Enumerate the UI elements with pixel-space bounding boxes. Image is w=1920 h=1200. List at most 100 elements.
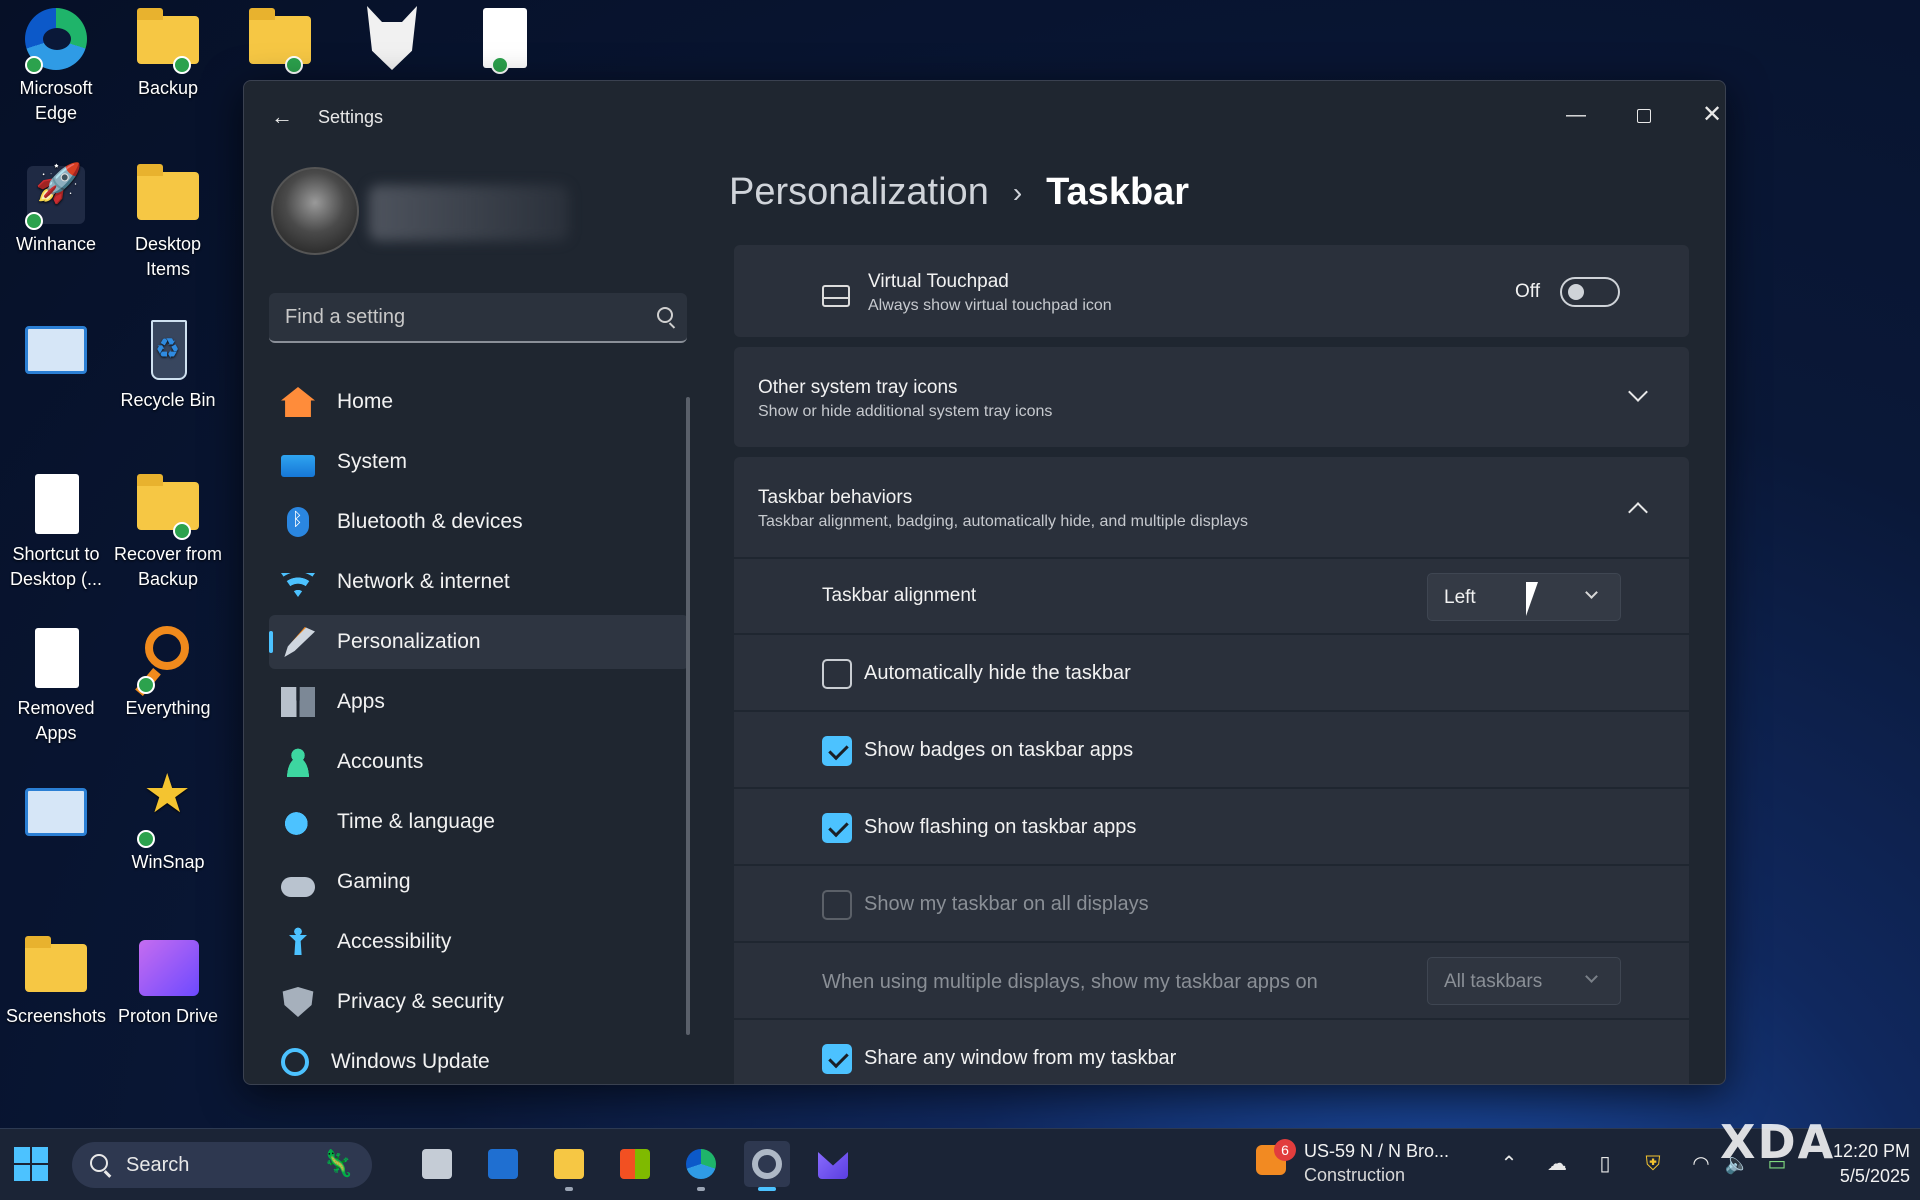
back-arrow-icon[interactable]: ← [266, 103, 298, 131]
search-highlight-icon: 🦎 [321, 1148, 354, 1178]
sidebar-item-gaming[interactable]: Gaming [269, 855, 689, 909]
weather-traffic-widget[interactable]: 6 US-59 N / N Bro... Construction [1256, 1139, 1476, 1191]
sidebar-item-accounts[interactable]: Accounts [269, 735, 689, 789]
sidebar-item-network[interactable]: Network & internet [269, 555, 689, 609]
desktop-icon-proton-drive[interactable]: Proton Drive [112, 932, 224, 1029]
desktop-icon-label: Removed Apps [17, 698, 95, 743]
taskbar-alignment-dropdown[interactable]: Left [1427, 573, 1621, 621]
maximize-icon[interactable] [1618, 95, 1670, 135]
sidebar-item-label: Personalization [337, 630, 481, 653]
multi-display-dropdown[interactable]: All taskbars [1427, 957, 1621, 1005]
title-bar[interactable]: ← Settings — ✕ [244, 81, 1725, 153]
edge-icon[interactable] [678, 1141, 724, 1191]
folder-icon [133, 4, 203, 74]
desktop-icon-label: Shortcut to Desktop (... [9, 544, 103, 589]
desktop-icon-label: Winhance [15, 234, 97, 254]
sidebar-item-label: Apps [337, 690, 385, 713]
sidebar-item-bluetooth[interactable]: Bluetooth & devices [269, 495, 689, 549]
desktop-icon-recycle-bin[interactable]: Recycle Bin [112, 316, 224, 413]
breadcrumb: Personalization › Taskbar [729, 171, 1189, 214]
desktop-icon-screenshots[interactable]: Screenshots [0, 932, 112, 1029]
sidebar-item-time-language[interactable]: Time & language [269, 795, 689, 849]
row-subtitle: Taskbar alignment, badging, automaticall… [758, 513, 1249, 530]
desktop-icon-control-panel-2[interactable] [0, 778, 112, 850]
rocket-icon [21, 160, 91, 230]
desktop-icon-label: Recover from Backup [113, 544, 223, 589]
sidebar-item-personalization[interactable]: Personalization [269, 615, 689, 669]
search-icon[interactable] [657, 307, 673, 323]
desktop-icon-removed-apps[interactable]: Removed Apps [0, 624, 112, 746]
wifi-icon[interactable]: ◠ [1688, 1151, 1714, 1177]
settings-icon[interactable] [744, 1141, 790, 1191]
close-icon[interactable]: ✕ [1686, 95, 1725, 135]
sidebar-item-label: Windows Update [331, 1050, 490, 1073]
desktop-icon-fox[interactable] [336, 4, 448, 76]
multi-display-row: When using multiple displays, show my ta… [734, 941, 1689, 1018]
sidebar-item-home[interactable]: Home [269, 375, 689, 429]
show-flashing-checkbox[interactable] [822, 813, 852, 843]
sidebar-item-apps[interactable]: Apps [269, 675, 689, 729]
chevron-right-icon: › [1012, 176, 1023, 208]
desktop-icon-shortcut-to-desktop[interactable]: Shortcut to Desktop (... [0, 470, 112, 592]
desktop-icon-microsoft-edge[interactable]: Microsoft Edge [0, 4, 112, 126]
usb-icon[interactable]: ▯ [1592, 1151, 1618, 1177]
file-explorer-icon[interactable] [546, 1141, 592, 1191]
share-window-checkbox[interactable] [822, 1044, 852, 1074]
sidebar-item-label: System [337, 450, 408, 473]
chevron-down-icon [1585, 970, 1598, 983]
onedrive-icon[interactable]: ☁ [1544, 1151, 1570, 1177]
other-tray-icons-expander[interactable]: Other system tray icons Show or hide add… [734, 347, 1689, 447]
defender-icon[interactable]: ⛨ [1640, 1151, 1666, 1177]
show-badges-row: Show badges on taskbar apps [734, 710, 1689, 787]
desktop-icon-everything[interactable]: Everything [112, 624, 224, 721]
sidebar-item-label: Privacy & security [337, 990, 504, 1013]
sidebar-item-privacy-security[interactable]: Privacy & security [269, 975, 689, 1029]
chevron-up-icon[interactable] [1628, 502, 1648, 522]
proton-mail-icon[interactable] [810, 1141, 856, 1187]
taskbar-search-label: Search [126, 1154, 190, 1176]
sidebar-scrollbar[interactable] [686, 397, 690, 1035]
show-badges-checkbox[interactable] [822, 736, 852, 766]
minimize-icon[interactable]: — [1550, 95, 1602, 135]
task-view-icon[interactable] [414, 1141, 460, 1187]
desktop-icon-recover-from-backup[interactable]: Recover from Backup [112, 470, 224, 592]
virtual-touchpad-toggle[interactable] [1560, 277, 1620, 307]
find-setting-search[interactable] [269, 293, 687, 343]
page-title: Taskbar [1046, 171, 1190, 213]
wifi-icon [281, 573, 315, 597]
chevron-down-icon[interactable] [1628, 382, 1648, 402]
desktop-icon-winsnap[interactable]: WinSnap [112, 778, 224, 875]
sidebar-item-label: Network & internet [337, 570, 510, 593]
search-input[interactable] [269, 293, 687, 341]
desktop-icon-label: Screenshots [5, 1006, 107, 1026]
taskbar-search[interactable]: Search 🦎 [72, 1142, 372, 1188]
fox-app-icon [357, 4, 427, 74]
desktop-icon-label: Microsoft Edge [19, 78, 93, 123]
auto-hide-checkbox[interactable] [822, 659, 852, 689]
desktop-icon-winhance[interactable]: Winhance [0, 160, 112, 257]
chevron-up-icon[interactable]: ⌃ [1496, 1151, 1522, 1177]
desktop-icon-folder-top[interactable] [224, 4, 336, 76]
desktop-icon-label: Recycle Bin [120, 390, 216, 410]
all-displays-checkbox[interactable] [822, 890, 852, 920]
taskbar-behaviors-expander[interactable]: Taskbar behaviors Taskbar alignment, bad… [734, 457, 1689, 557]
desktop-icon-file-top[interactable] [448, 4, 560, 76]
desktop-icon-backup[interactable]: Backup [112, 4, 224, 101]
row-title: Taskbar alignment [822, 585, 977, 606]
accounts-icon [281, 747, 315, 777]
start-button[interactable] [14, 1147, 50, 1183]
row-title: Other system tray icons [758, 377, 958, 398]
apps-icon [281, 687, 315, 717]
desktop-icon-label: WinSnap [131, 852, 205, 872]
outlook-icon[interactable] [480, 1141, 526, 1187]
traffic-location: US-59 N / N Bro... [1304, 1141, 1450, 1161]
sidebar-item-windows-update[interactable]: Windows Update [269, 1035, 689, 1084]
breadcrumb-parent[interactable]: Personalization [729, 171, 989, 214]
avatar[interactable] [271, 167, 359, 255]
checkbox-label: Show flashing on taskbar apps [864, 816, 1137, 838]
desktop-icon-control-panel-1[interactable] [0, 316, 112, 388]
sidebar-item-system[interactable]: System [269, 435, 689, 489]
desktop-icon-desktop-items[interactable]: Desktop Items [112, 160, 224, 282]
sidebar-item-accessibility[interactable]: Accessibility [269, 915, 689, 969]
store-icon[interactable] [612, 1141, 658, 1187]
